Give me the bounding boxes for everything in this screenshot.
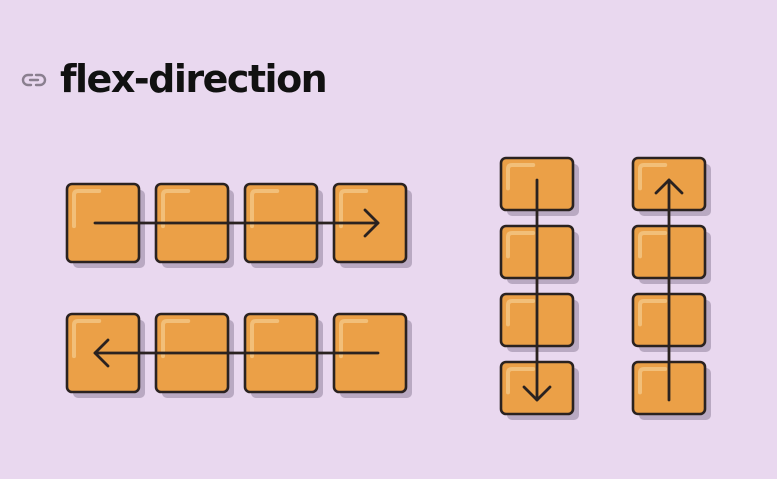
diagram-column <box>499 156 579 420</box>
flex-item-box <box>243 312 323 398</box>
flex-item-box <box>499 360 579 420</box>
flex-direction-diagram <box>65 156 711 420</box>
flex-item-box <box>631 360 711 420</box>
diagram-row <box>65 182 412 268</box>
diagram-column-reverse <box>631 156 711 420</box>
flex-item-box <box>243 182 323 268</box>
diagram-row-reverse <box>65 312 412 398</box>
flex-item-box <box>65 312 145 398</box>
flex-item-box <box>499 224 579 284</box>
flex-item-box <box>332 312 412 398</box>
flex-item-box <box>631 224 711 284</box>
flex-item-box <box>154 312 234 398</box>
flex-item-box <box>499 156 579 216</box>
flex-item-box <box>631 156 711 216</box>
flex-item-box <box>332 182 412 268</box>
flex-item-box <box>499 292 579 352</box>
flex-item-box <box>154 182 234 268</box>
flex-item-box <box>631 292 711 352</box>
flex-item-box <box>65 182 145 268</box>
